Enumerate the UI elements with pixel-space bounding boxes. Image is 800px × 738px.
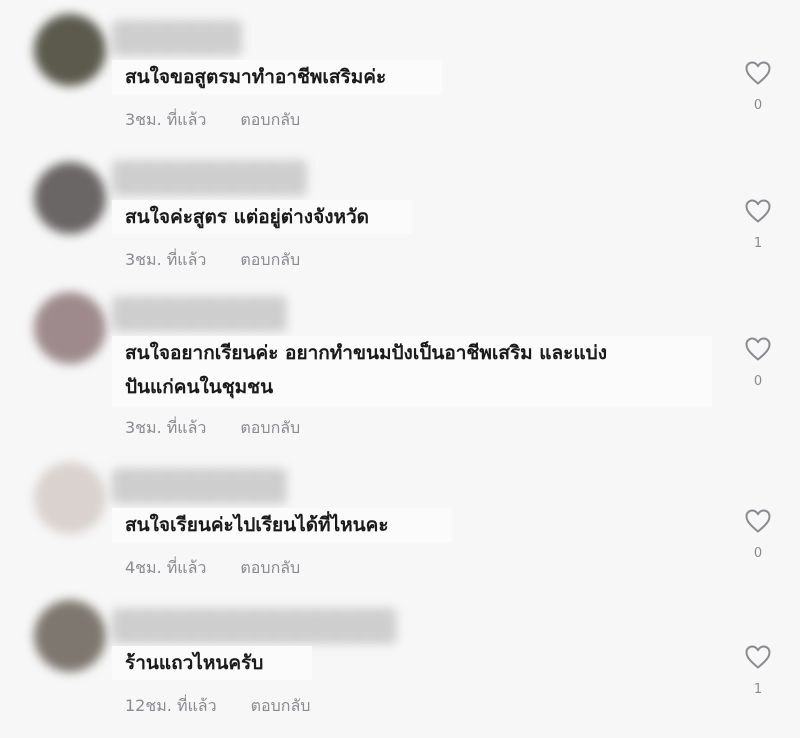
comment-time: 3ชม. ที่แล้ว bbox=[125, 418, 207, 437]
like-button[interactable]: 1 bbox=[738, 644, 778, 697]
heart-outline-icon[interactable] bbox=[744, 508, 772, 534]
reply-button[interactable]: ตอบกลับ bbox=[240, 558, 300, 577]
like-button[interactable]: 1 bbox=[738, 198, 778, 251]
like-button[interactable]: 0 bbox=[738, 60, 778, 113]
comment-time: 4ชม. ที่แล้ว bbox=[125, 558, 207, 577]
reply-button[interactable]: ตอบกลับ bbox=[240, 110, 300, 129]
like-button[interactable]: 0 bbox=[738, 508, 778, 561]
reply-button[interactable]: ตอบกลับ bbox=[251, 696, 311, 715]
comment-item: สนใจขอสูตรมาทำอาชีพเสริมค่ะ 3ชม. ที่แล้ว… bbox=[0, 14, 800, 134]
avatar[interactable] bbox=[34, 292, 106, 364]
comment-meta: 12ชม. ที่แล้ว ตอบกลับ bbox=[125, 694, 310, 719]
heart-outline-icon[interactable] bbox=[744, 60, 772, 86]
like-count: 0 bbox=[753, 98, 763, 113]
comment-meta: 3ชม. ที่แล้ว ตอบกลับ bbox=[125, 416, 300, 441]
username-redacted[interactable] bbox=[112, 468, 287, 504]
comment-time: 12ชม. ที่แล้ว bbox=[125, 696, 217, 715]
comment-text: สนใจเรียนค่ะไปเรียนได้ที่ไหนคะ bbox=[125, 514, 389, 536]
comment-text: ร้านแถวไหนครับ bbox=[125, 652, 264, 674]
username-redacted[interactable] bbox=[112, 160, 307, 196]
reply-button[interactable]: ตอบกลับ bbox=[240, 418, 300, 437]
comment-meta: 3ชม. ที่แล้ว ตอบกลับ bbox=[125, 248, 300, 273]
username-redacted[interactable] bbox=[112, 20, 242, 56]
comment-item: ร้านแถวไหนครับ 12ชม. ที่แล้ว ตอบกลับ 1 bbox=[0, 600, 800, 730]
avatar[interactable] bbox=[34, 162, 106, 234]
comment-meta: 4ชม. ที่แล้ว ตอบกลับ bbox=[125, 556, 300, 581]
username-redacted[interactable] bbox=[112, 296, 287, 332]
comment-text: สนใจขอสูตรมาทำอาชีพเสริมค่ะ bbox=[125, 66, 387, 88]
username-redacted[interactable] bbox=[112, 608, 397, 644]
comment-text: สนใจค่ะสูตร แต่อยู่ต่างจังหวัด bbox=[125, 206, 370, 228]
comment-item: สนใจอยากเรียนค่ะ อยากทำขนมปังเป็นอาชีพเส… bbox=[0, 292, 800, 452]
heart-outline-icon[interactable] bbox=[744, 198, 772, 224]
heart-outline-icon[interactable] bbox=[744, 644, 772, 670]
like-count: 0 bbox=[753, 374, 763, 389]
avatar[interactable] bbox=[34, 600, 106, 672]
comment-time: 3ชม. ที่แล้ว bbox=[125, 250, 207, 269]
comment-list: สนใจขอสูตรมาทำอาชีพเสริมค่ะ 3ชม. ที่แล้ว… bbox=[0, 0, 800, 738]
avatar[interactable] bbox=[34, 14, 106, 86]
comment-item: สนใจเรียนค่ะไปเรียนได้ที่ไหนคะ 4ชม. ที่แ… bbox=[0, 462, 800, 592]
comment-time: 3ชม. ที่แล้ว bbox=[125, 110, 207, 129]
comment-meta: 3ชม. ที่แล้ว ตอบกลับ bbox=[125, 108, 300, 133]
like-count: 1 bbox=[753, 682, 763, 697]
avatar[interactable] bbox=[34, 462, 106, 534]
heart-outline-icon[interactable] bbox=[744, 336, 772, 362]
comment-text: สนใจอยากเรียนค่ะ อยากทำขนมปังเป็นอาชีพเส… bbox=[125, 342, 607, 398]
comment-item: สนใจค่ะสูตร แต่อยู่ต่างจังหวัด 3ชม. ที่แ… bbox=[0, 154, 800, 274]
like-count: 0 bbox=[753, 546, 763, 561]
like-count: 1 bbox=[753, 236, 763, 251]
reply-button[interactable]: ตอบกลับ bbox=[240, 250, 300, 269]
like-button[interactable]: 0 bbox=[738, 336, 778, 389]
